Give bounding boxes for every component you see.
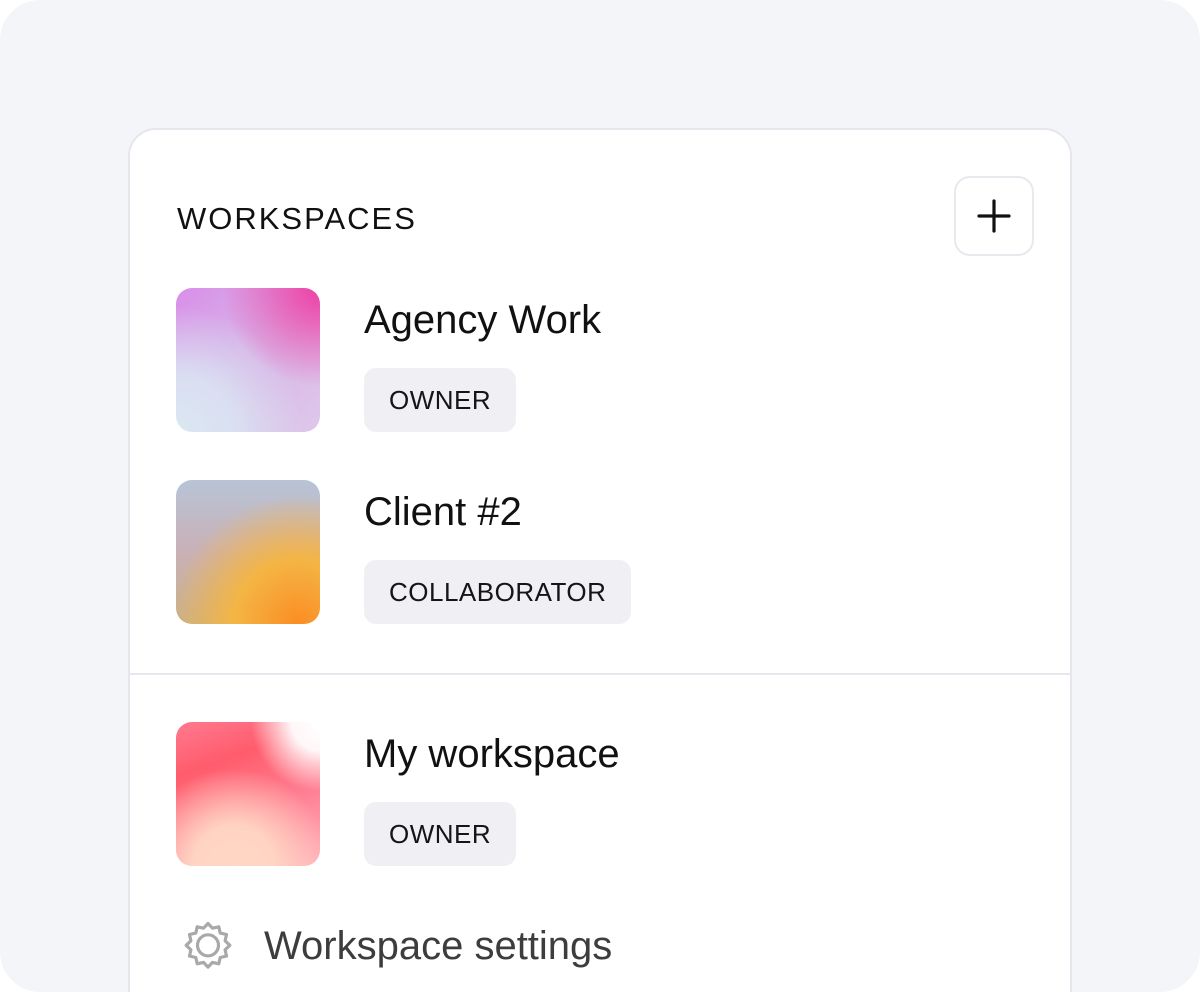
- workspace-name: Client #2: [364, 490, 522, 534]
- workspaces-section-title: WORKSPACES: [177, 201, 417, 236]
- role-badge: OWNER: [364, 802, 517, 866]
- workspace-item-agency-work[interactable]: Agency Work OWNER: [176, 288, 936, 434]
- workspace-avatar: [176, 722, 320, 866]
- page-background: WORKSPACES Agency Work OWNER Client #2 C…: [0, 0, 1200, 992]
- add-workspace-button[interactable]: [954, 176, 1034, 256]
- workspace-avatar: [176, 480, 320, 624]
- workspace-item-client-2[interactable]: Client #2 COLLABORATOR: [176, 480, 936, 626]
- workspace-avatar: [176, 288, 320, 432]
- workspace-settings-label: Workspace settings: [264, 924, 613, 968]
- gear-icon: [176, 914, 240, 978]
- role-badge: COLLABORATOR: [364, 560, 632, 624]
- workspace-settings-link[interactable]: Workspace settings: [176, 918, 612, 974]
- workspace-name: My workspace: [364, 732, 620, 776]
- plus-icon: [977, 199, 1011, 233]
- section-divider: [130, 673, 1070, 675]
- role-badge: OWNER: [364, 368, 517, 432]
- workspaces-panel: WORKSPACES Agency Work OWNER Client #2 C…: [128, 128, 1072, 992]
- workspace-item-my-workspace[interactable]: My workspace OWNER: [176, 722, 936, 868]
- workspace-name: Agency Work: [364, 298, 602, 342]
